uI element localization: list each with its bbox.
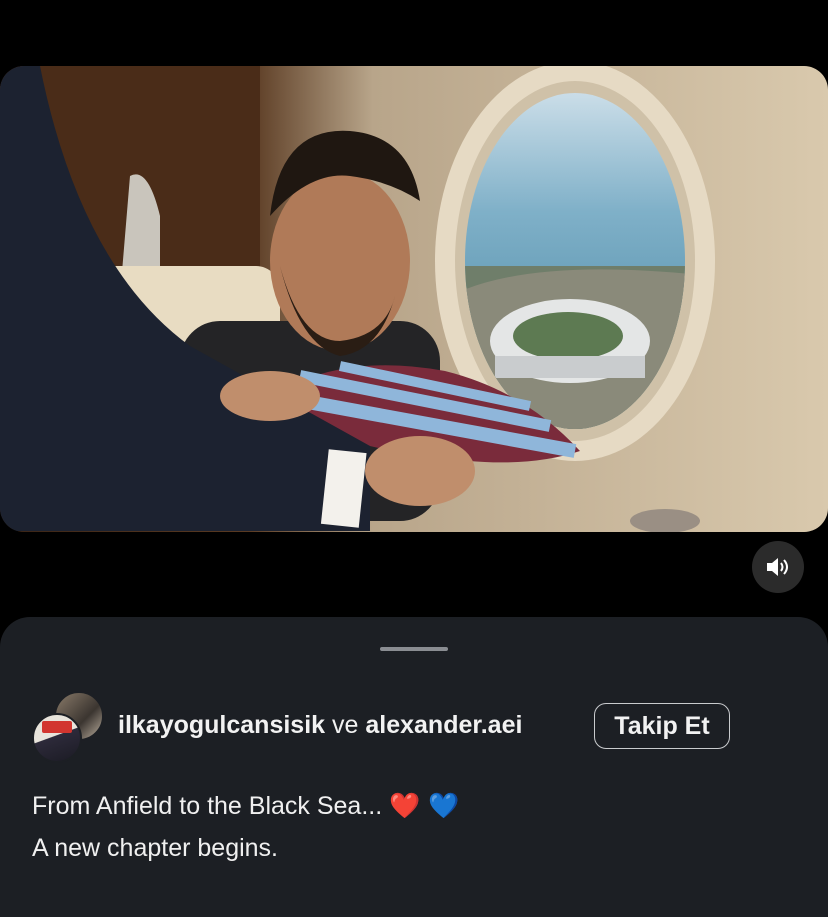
post-video[interactable] bbox=[0, 66, 828, 532]
joiner-text: ve bbox=[332, 711, 359, 739]
caption-line: From Anfield to the Black Sea... bbox=[32, 792, 383, 820]
post-info-sheet: ilkayogulcansisik ve alexander.aei Takip… bbox=[0, 617, 828, 917]
video-frame-illustration bbox=[0, 66, 828, 532]
collaborator-names: ilkayogulcansisik ve alexander.aei bbox=[118, 711, 522, 740]
follow-button[interactable]: Takip Et bbox=[594, 703, 730, 749]
username-link[interactable]: alexander.aei bbox=[365, 711, 522, 739]
collaborator-avatars[interactable] bbox=[32, 691, 106, 765]
username-link[interactable]: ilkayogulcansisik bbox=[118, 711, 325, 739]
post-caption: From Anfield to the Black Sea... ❤️ 💙 A … bbox=[32, 785, 459, 869]
caption-emoji: ❤️ 💙 bbox=[389, 791, 460, 820]
sheet-grabber[interactable] bbox=[380, 647, 448, 651]
caption-line: A new chapter begins. bbox=[32, 834, 278, 862]
avatar[interactable] bbox=[32, 713, 82, 763]
speaker-icon bbox=[767, 558, 788, 576]
mute-toggle-button[interactable] bbox=[752, 541, 804, 593]
